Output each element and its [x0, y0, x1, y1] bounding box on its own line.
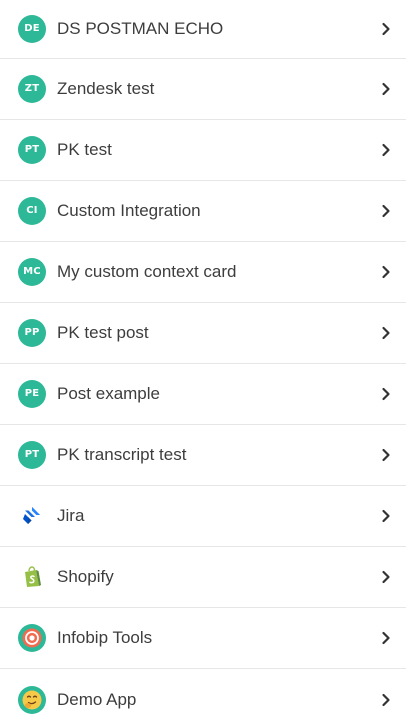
list-item-label: Jira — [57, 506, 85, 525]
chevron-right-icon — [380, 693, 392, 707]
list-item-label: Post example — [57, 384, 160, 403]
chevron-right-icon — [380, 22, 392, 36]
list-item-pk-transcript-test[interactable]: PT PK transcript test — [0, 425, 406, 486]
chevron-right-icon — [380, 265, 392, 279]
list-item-post-example[interactable]: PE Post example — [0, 364, 406, 425]
list-item-pk-test-post[interactable]: PP PK test post — [0, 303, 406, 364]
avatar: MC — [18, 258, 46, 286]
list-item-label: Demo App — [57, 689, 137, 709]
list-item-label: Shopify — [57, 567, 114, 586]
avatar: PT — [18, 136, 46, 164]
infobip-icon — [18, 624, 46, 652]
list-item-label: Zendesk test — [57, 79, 155, 98]
chevron-right-icon — [380, 509, 392, 523]
list-item-label: Infobip Tools — [57, 628, 153, 647]
avatar: DE — [18, 15, 46, 43]
list-item-ds-postman-echo[interactable]: DE DS POSTMAN ECHO — [0, 0, 406, 59]
avatar: PP — [18, 319, 46, 347]
list-item-custom-integration[interactable]: CI Custom Integration — [0, 181, 406, 242]
jira-icon — [18, 502, 46, 530]
list-item-label: Custom Integration — [57, 201, 201, 220]
chevron-right-icon — [380, 143, 392, 157]
list-item-label: PK test — [57, 140, 112, 159]
list-item-infobip-tools[interactable]: Infobip Tools — [0, 608, 406, 669]
shopify-icon — [18, 563, 46, 591]
list-item-pk-test[interactable]: PT PK test — [0, 120, 406, 181]
chevron-right-icon — [380, 631, 392, 645]
list-item-shopify[interactable]: Shopify — [0, 547, 406, 608]
list-item-label: PK transcript test — [57, 445, 187, 464]
list-item-label: PK test post — [57, 323, 149, 342]
chevron-right-icon — [380, 326, 392, 340]
list-item-demo-app[interactable]: Demo App — [0, 669, 406, 727]
chevron-right-icon — [380, 448, 392, 462]
list-item-my-custom-context-card[interactable]: MC My custom context card — [0, 242, 406, 303]
list-item-zendesk-test[interactable]: ZT Zendesk test — [0, 59, 406, 120]
chevron-right-icon — [380, 204, 392, 218]
avatar: CI — [18, 197, 46, 225]
avatar: PT — [18, 441, 46, 469]
avatar: PE — [18, 380, 46, 408]
chevron-right-icon — [380, 570, 392, 584]
integration-list: DE DS POSTMAN ECHO ZT Zendesk test PT PK… — [0, 0, 406, 727]
chevron-right-icon — [380, 82, 392, 96]
list-item-jira[interactable]: Jira — [0, 486, 406, 547]
demo-app-icon — [18, 685, 46, 714]
list-item-label: DS POSTMAN ECHO — [57, 19, 224, 38]
list-item-label: My custom context card — [57, 262, 237, 281]
chevron-right-icon — [380, 387, 392, 401]
avatar: ZT — [18, 75, 46, 103]
